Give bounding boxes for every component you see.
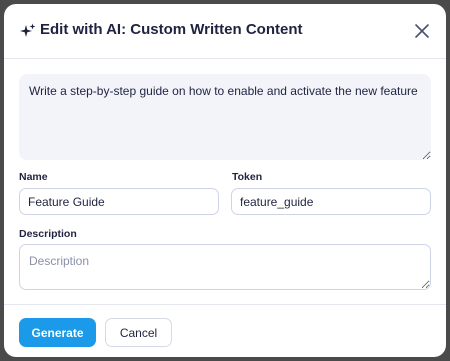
- dialog-title: Edit with AI: Custom Written Content: [40, 21, 303, 38]
- generate-button[interactable]: Generate: [19, 318, 96, 347]
- description-label: Description: [19, 228, 77, 240]
- token-input[interactable]: [231, 188, 431, 215]
- name-label: Name: [19, 171, 48, 183]
- token-label: Token: [232, 171, 263, 183]
- sparkle-icon: [20, 23, 36, 37]
- edit-with-ai-dialog: Edit with AI: Custom Written Content Wri…: [4, 4, 446, 357]
- name-input[interactable]: [19, 188, 219, 215]
- prompt-textarea[interactable]: Write a step-by-step guide on how to ena…: [19, 74, 431, 160]
- dialog-header: Edit with AI: Custom Written Content: [4, 4, 446, 59]
- close-icon[interactable]: [414, 23, 430, 39]
- dialog-footer: Generate Cancel: [4, 304, 446, 357]
- cancel-button[interactable]: Cancel: [105, 318, 172, 347]
- description-textarea[interactable]: [19, 244, 431, 290]
